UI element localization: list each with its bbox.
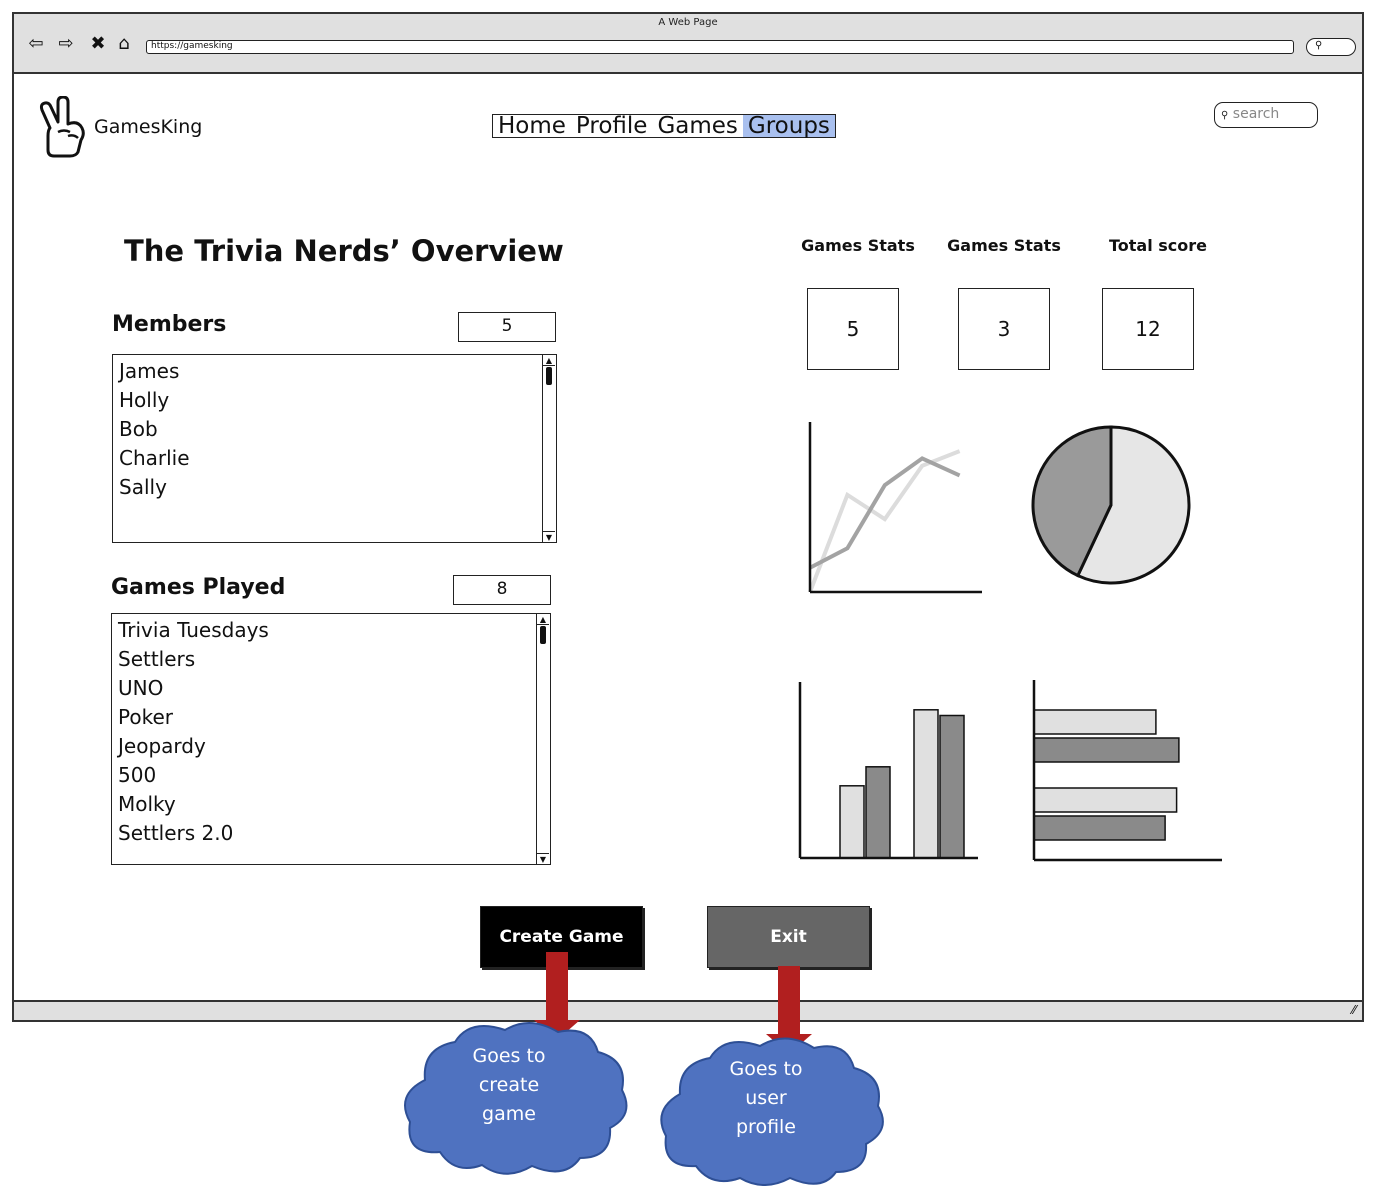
create-game-note-line-1: Goes to [472, 1045, 546, 1067]
create-game-note-line-3: game [482, 1103, 536, 1125]
annotation-layer [404, 952, 884, 1186]
create-game-note-line-2: create [478, 1074, 540, 1096]
exit-note-line-2: user [745, 1087, 787, 1109]
create-game-note: Goes to create game [439, 1042, 579, 1129]
exit-note-line-1: Goes to [729, 1058, 803, 1080]
exit-note-line-3: profile [735, 1116, 796, 1138]
exit-note: Goes to user profile [696, 1055, 836, 1142]
